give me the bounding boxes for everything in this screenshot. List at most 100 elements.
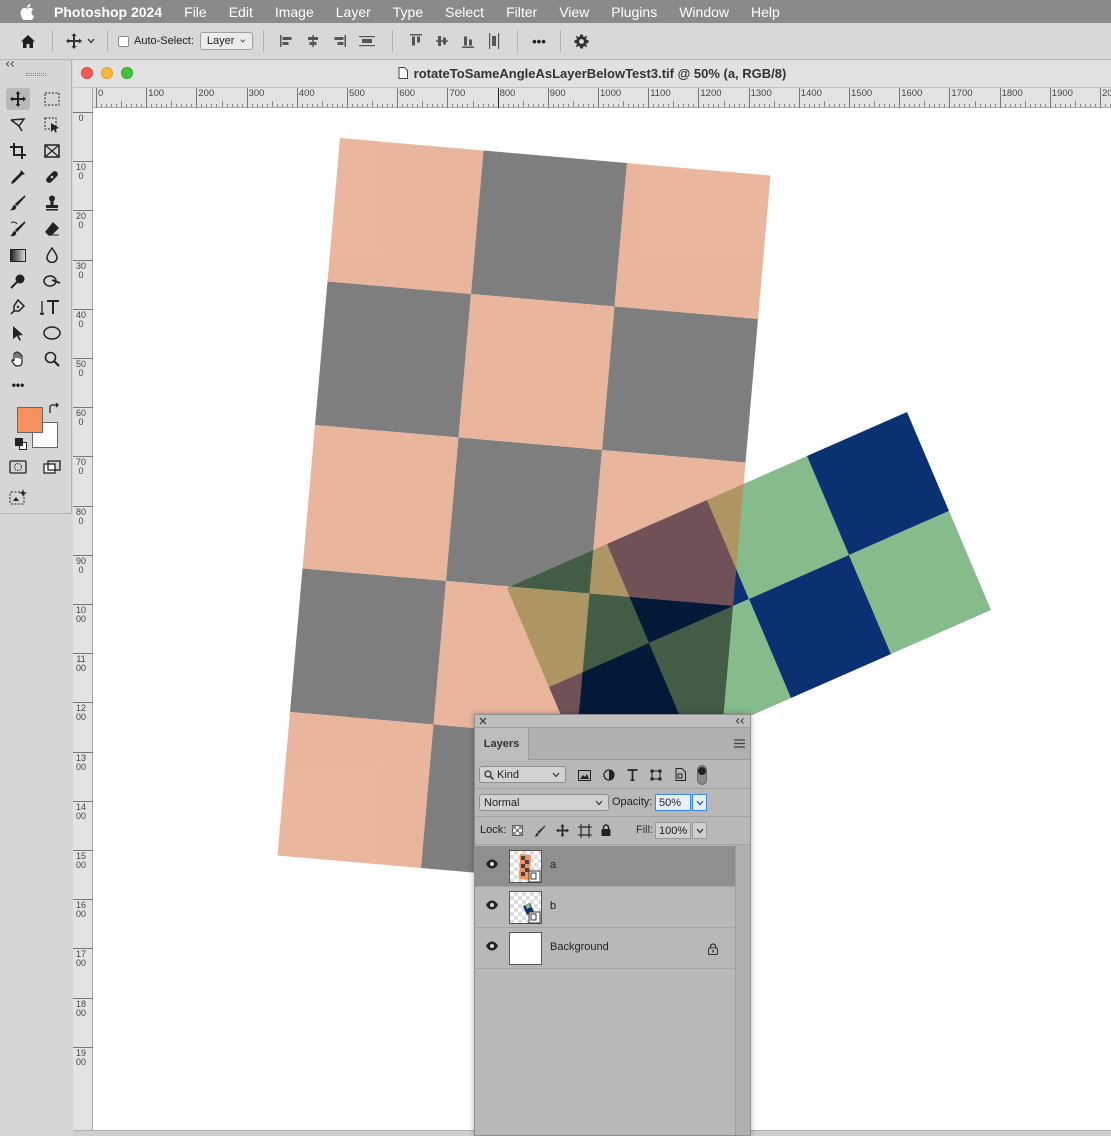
- ruler-v-label: 1700: [76, 949, 87, 969]
- menu-window[interactable]: Window: [679, 4, 729, 20]
- lock-all-icon[interactable]: [601, 824, 611, 836]
- filter-kind-dropdown[interactable]: Kind: [479, 766, 566, 783]
- layer-row-a[interactable]: a: [475, 846, 735, 887]
- auto-select-checkbox[interactable]: [118, 35, 129, 47]
- crop-tool[interactable]: [6, 140, 30, 162]
- foreground-color-swatch[interactable]: [17, 407, 43, 433]
- type-tool[interactable]: [38, 296, 62, 318]
- filter-toggle-switch[interactable]: [697, 765, 707, 785]
- object-selection-tool[interactable]: [40, 114, 64, 136]
- close-panel-icon[interactable]: [479, 717, 487, 725]
- layer-name-background[interactable]: Background: [550, 941, 609, 953]
- home-button[interactable]: [14, 30, 42, 52]
- hand-tool[interactable]: [6, 348, 30, 370]
- vertical-ruler[interactable]: 0 100 200 300 400 500 600 700 800 900 1000 1100 1200…: [73, 88, 93, 1136]
- ruler-h-minor-tick: [111, 104, 113, 107]
- more-options-button[interactable]: •••: [528, 30, 550, 52]
- distribute-vertical-button[interactable]: [352, 30, 382, 52]
- visibility-eye-icon[interactable]: [485, 941, 499, 951]
- menu-file[interactable]: File: [184, 4, 207, 20]
- menu-image[interactable]: Image: [275, 4, 314, 20]
- default-colors-icon[interactable]: [15, 438, 27, 450]
- spot-healing-brush-tool[interactable]: [40, 166, 64, 188]
- lock-artboard-icon[interactable]: [578, 824, 592, 838]
- auto-select-target-dropdown[interactable]: Layer: [199, 32, 253, 50]
- filter-pixel-icon[interactable]: [578, 770, 591, 781]
- collapse-panel-icon[interactable]: [5, 61, 15, 67]
- layers-panel-header[interactable]: [475, 715, 750, 728]
- opacity-dropdown-button[interactable]: [692, 794, 707, 811]
- panel-grip[interactable]: [26, 73, 46, 76]
- ruler-h-minor-tick: [502, 104, 504, 107]
- visibility-eye-icon[interactable]: [485, 900, 499, 910]
- move-tool[interactable]: [6, 88, 30, 110]
- generative-expand-button[interactable]: [6, 486, 30, 508]
- ruler-h-minor-tick: [362, 104, 364, 107]
- layer-row-b[interactable]: b: [475, 887, 735, 928]
- smudge-tool[interactable]: [40, 270, 64, 292]
- eraser-tool[interactable]: [40, 218, 64, 240]
- filter-type-icon[interactable]: [627, 769, 638, 781]
- ruler-v-label: 1000: [76, 605, 87, 624]
- zoom-tool[interactable]: [40, 348, 64, 370]
- menu-layer[interactable]: Layer: [336, 4, 371, 20]
- fill-dropdown-button[interactable]: [692, 822, 707, 839]
- lock-image-pixels-icon[interactable]: [534, 825, 546, 837]
- layer-row-background[interactable]: Background: [475, 928, 735, 969]
- clone-stamp-tool[interactable]: [40, 192, 64, 214]
- menu-filter[interactable]: Filter: [506, 4, 537, 20]
- menu-view[interactable]: View: [559, 4, 589, 20]
- align-right-button[interactable]: [326, 30, 352, 52]
- ruler-h-minor-tick: [181, 104, 183, 107]
- lock-transparent-pixels-icon[interactable]: [512, 825, 523, 836]
- distribute-horizontal-button[interactable]: [481, 30, 507, 52]
- frame-tool[interactable]: [40, 140, 64, 162]
- menu-type[interactable]: Type: [393, 4, 423, 20]
- layers-scrollbar[interactable]: [735, 845, 750, 1135]
- align-bottom-button[interactable]: [455, 30, 481, 52]
- gradient-tool[interactable]: [6, 244, 30, 266]
- apple-menu[interactable]: [0, 3, 54, 20]
- rectangular-marquee-tool[interactable]: [40, 88, 64, 110]
- align-vertical-center-button[interactable]: [429, 30, 455, 52]
- collapse-panel-icon[interactable]: [735, 718, 745, 724]
- lock-position-icon[interactable]: [556, 824, 569, 837]
- layer-name-b[interactable]: b: [550, 900, 556, 912]
- visibility-eye-icon[interactable]: [485, 859, 499, 869]
- filter-shape-icon[interactable]: [650, 769, 662, 781]
- pen-tool[interactable]: [6, 296, 30, 318]
- ellipse-tool[interactable]: [40, 322, 64, 344]
- menu-select[interactable]: Select: [445, 4, 484, 20]
- tab-layers[interactable]: Layers: [475, 728, 529, 760]
- blur-tool[interactable]: [40, 244, 64, 266]
- align-left-button[interactable]: [274, 30, 300, 52]
- lasso-tool[interactable]: [6, 114, 30, 136]
- menu-plugins[interactable]: Plugins: [611, 4, 657, 20]
- move-tool-preset-button[interactable]: [63, 30, 97, 52]
- opacity-field[interactable]: 50%: [655, 794, 691, 811]
- filter-smart-object-icon[interactable]: [675, 768, 686, 781]
- menu-help[interactable]: Help: [751, 4, 780, 20]
- brush-tool[interactable]: [6, 192, 30, 214]
- history-brush-tool[interactable]: [6, 218, 30, 240]
- quick-mask-button[interactable]: [6, 456, 30, 478]
- filter-adjustment-icon[interactable]: [603, 769, 615, 781]
- panel-menu-icon[interactable]: [734, 739, 745, 748]
- app-name-menu[interactable]: Photoshop 2024: [54, 4, 162, 20]
- menu-edit[interactable]: Edit: [229, 4, 253, 20]
- ruler-h-minor-tick: [171, 101, 173, 107]
- eyedropper-tool[interactable]: [6, 166, 30, 188]
- layer-name-a[interactable]: a: [550, 859, 556, 871]
- edit-toolbar-button[interactable]: •••: [6, 374, 30, 396]
- blend-mode-dropdown[interactable]: Normal: [479, 794, 609, 811]
- screen-mode-button[interactable]: [40, 456, 64, 478]
- settings-button[interactable]: [571, 30, 593, 52]
- horizontal-ruler[interactable]: 0 100 200 300 400 500 600 700 800 900 1000 1100 1200…: [93, 88, 1111, 108]
- dodge-tool[interactable]: [6, 270, 30, 292]
- align-horizontal-center-button[interactable]: [300, 30, 326, 52]
- fill-field[interactable]: 100%: [655, 822, 691, 839]
- path-selection-tool[interactable]: [6, 322, 30, 344]
- align-top-button[interactable]: [403, 30, 429, 52]
- swap-colors-icon[interactable]: [48, 402, 60, 418]
- ruler-h-minor-tick: [703, 104, 705, 107]
